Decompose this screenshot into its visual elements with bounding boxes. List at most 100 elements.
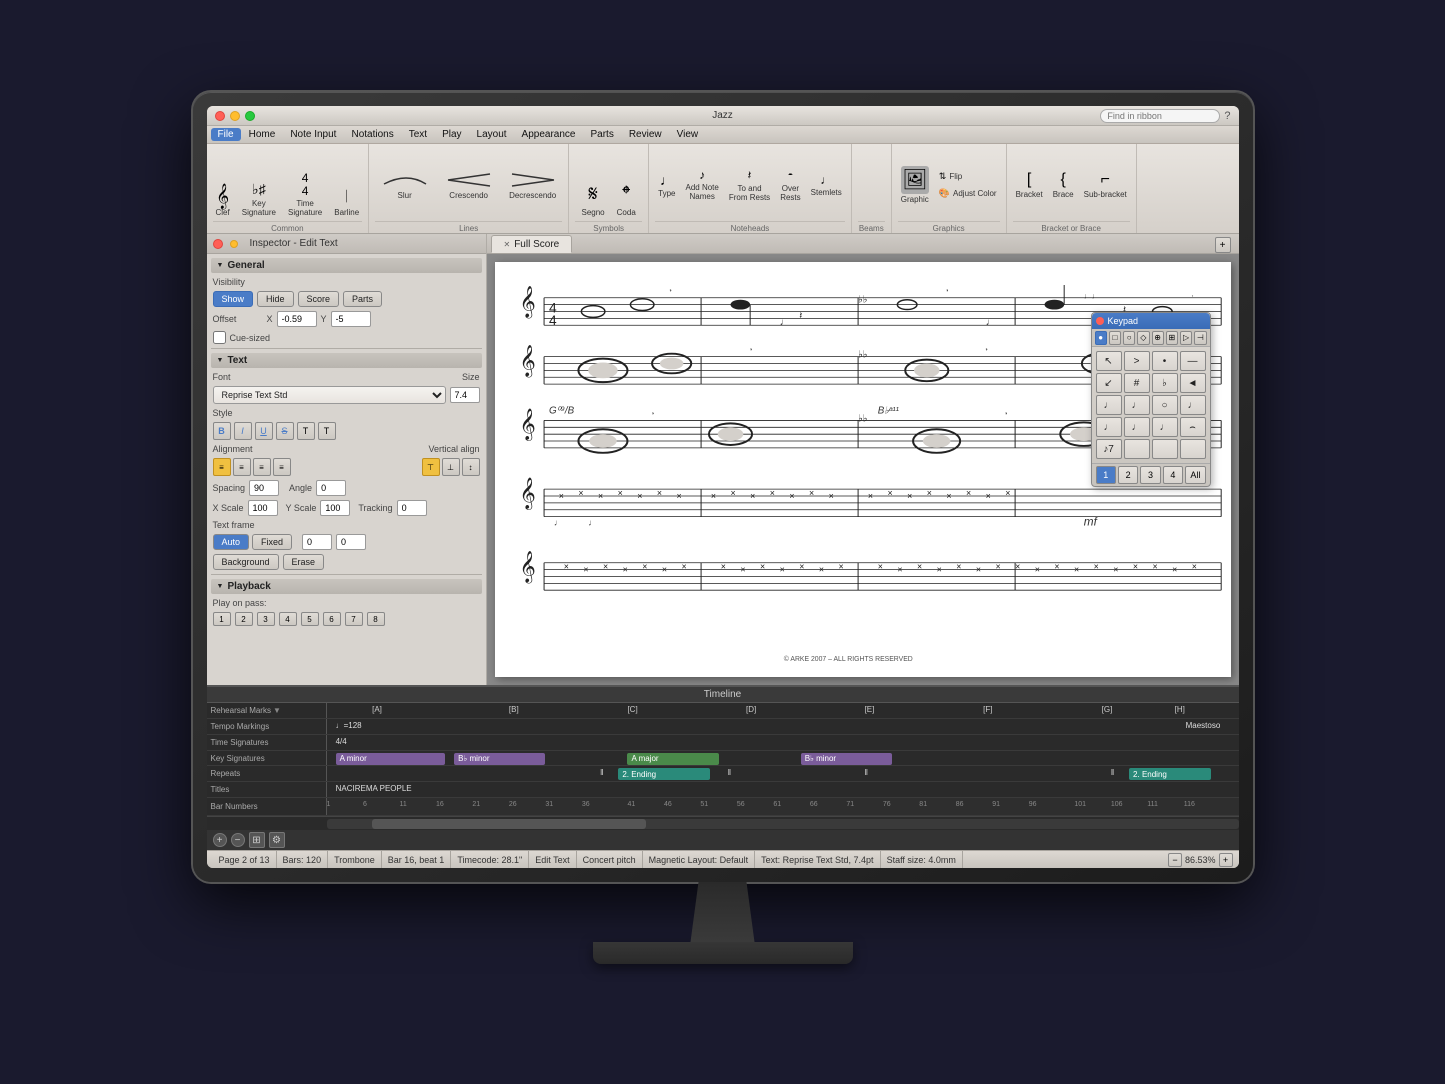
to-from-rests-tool[interactable]: 𝄽 To andFrom Rests: [726, 166, 773, 204]
keypad-tb-btn-3[interactable]: ○: [1123, 331, 1135, 345]
coda-tool[interactable]: 𝄌 Coda: [614, 179, 639, 219]
angle-input[interactable]: [316, 480, 346, 496]
inspector-close-btn[interactable]: [213, 239, 223, 249]
stemlets-tool[interactable]: ♩ Stemlets: [808, 171, 845, 199]
minimize-button[interactable]: [230, 111, 240, 121]
align-right-button[interactable]: ≡: [253, 458, 271, 476]
kp-num-1-btn[interactable]: 1: [1096, 466, 1116, 484]
inspector-minimize-btn[interactable]: [230, 240, 238, 248]
kp-circ-btn[interactable]: ○: [1152, 395, 1178, 415]
kp-quarter3-btn[interactable]: ♩: [1180, 395, 1206, 415]
kp-cursor2-btn[interactable]: ↙: [1096, 373, 1122, 393]
over-rests-tool[interactable]: 𝄼 OverRests: [777, 166, 803, 204]
score-button[interactable]: Score: [298, 291, 340, 307]
kp-slur-btn[interactable]: ⌢: [1180, 417, 1206, 437]
pass-6-button[interactable]: 6: [323, 612, 341, 626]
menu-item-appearance[interactable]: Appearance: [515, 128, 583, 141]
font-select[interactable]: Reprise Text Std: [213, 386, 446, 404]
kp-cursor-btn[interactable]: ↖: [1096, 351, 1122, 371]
pass-1-button[interactable]: 1: [213, 612, 231, 626]
kp-num-3-btn[interactable]: 3: [1140, 466, 1160, 484]
menu-item-review[interactable]: Review: [622, 128, 669, 141]
type-tool[interactable]: ♩ Type: [655, 170, 678, 200]
italic-button[interactable]: I: [234, 422, 252, 440]
keypad-tb-btn-7[interactable]: ▷: [1180, 331, 1192, 345]
timeline-config-btn[interactable]: ⚙: [269, 832, 285, 848]
flip-tool[interactable]: ⇅ Flip: [936, 169, 1000, 184]
erase-button[interactable]: Erase: [283, 554, 325, 570]
pass-4-button[interactable]: 4: [279, 612, 297, 626]
clef-tool[interactable]: 𝄞 Clef: [213, 183, 233, 219]
frame-val2-input[interactable]: [336, 534, 366, 550]
parts-button[interactable]: Parts: [343, 291, 382, 307]
kp-eighth-btn[interactable]: ♩: [1096, 417, 1122, 437]
timeline-remove-btn[interactable]: −: [231, 833, 245, 847]
timeline-settings-btn[interactable]: ⊞: [249, 832, 265, 848]
menu-item-file[interactable]: File: [211, 128, 241, 141]
spacing-input[interactable]: [249, 480, 279, 496]
rehearsal-marks-arrow[interactable]: ▼: [273, 706, 281, 715]
font-size-input[interactable]: [450, 387, 480, 403]
align-justify-button[interactable]: ≡: [273, 458, 291, 476]
slur-tool[interactable]: Slur: [377, 168, 433, 202]
adjust-color-tool[interactable]: 🎨 Adjust Color: [936, 186, 1000, 201]
kp-dot-btn[interactable]: •: [1152, 351, 1178, 371]
add-note-names-tool[interactable]: ♪ Add NoteNames: [682, 166, 721, 203]
kp-eighth3-btn[interactable]: ♩: [1152, 417, 1178, 437]
frame-val1-input[interactable]: [302, 534, 332, 550]
strikethrough-button[interactable]: S: [276, 422, 294, 440]
kp-empty3-btn[interactable]: [1180, 439, 1206, 459]
menu-item-text[interactable]: Text: [402, 128, 434, 141]
kp-num-2-btn[interactable]: 2: [1118, 466, 1138, 484]
keypad-close-btn[interactable]: [1096, 317, 1104, 325]
underline-button[interactable]: U: [255, 422, 273, 440]
tracking-input[interactable]: [397, 500, 427, 516]
segno-tool[interactable]: 𝄋 Segno: [579, 179, 608, 219]
valign-top-button[interactable]: ⊤: [422, 458, 440, 476]
kp-num-all-btn[interactable]: All: [1185, 466, 1205, 484]
bold-button[interactable]: B: [213, 422, 231, 440]
zoom-out-button[interactable]: −: [1168, 853, 1182, 867]
time-signature-tool[interactable]: 44 TimeSignature: [285, 170, 325, 219]
add-tab-button[interactable]: +: [1215, 237, 1231, 253]
valign-mid-button[interactable]: ⊥: [442, 458, 460, 476]
align-left-button[interactable]: ≡: [213, 458, 231, 476]
valign-bot-button[interactable]: ↕: [462, 458, 480, 476]
pass-2-button[interactable]: 2: [235, 612, 253, 626]
keypad-tb-btn-5[interactable]: ⊕: [1152, 331, 1164, 345]
bracket-tool[interactable]: [ Bracket: [1013, 169, 1046, 201]
kp-back-btn[interactable]: ◄: [1180, 373, 1206, 393]
keypad-tb-btn-2[interactable]: □: [1109, 331, 1121, 345]
menu-item-layout[interactable]: Layout: [470, 128, 514, 141]
kp-gt-btn[interactable]: >: [1124, 351, 1150, 371]
full-score-tab[interactable]: ✕ Full Score: [491, 235, 573, 253]
brace-tool[interactable]: { Brace: [1050, 169, 1077, 201]
keypad-tb-btn-8[interactable]: ⊣: [1194, 331, 1206, 345]
pass-8-button[interactable]: 8: [367, 612, 385, 626]
kp-flat-btn[interactable]: ♭: [1152, 373, 1178, 393]
pass-3-button[interactable]: 3: [257, 612, 275, 626]
keypad-tb-btn-4[interactable]: ◇: [1137, 331, 1149, 345]
score-tab-close-icon[interactable]: ✕: [504, 240, 511, 249]
decrescendo-tool[interactable]: Decrescendo: [505, 168, 561, 202]
pass-5-button[interactable]: 5: [301, 612, 319, 626]
keypad-tb-btn-6[interactable]: ⊞: [1166, 331, 1178, 345]
background-button[interactable]: Background: [213, 554, 279, 570]
kp-7-btn[interactable]: ♪7: [1096, 439, 1122, 459]
menu-item-play[interactable]: Play: [435, 128, 468, 141]
offset-y-input[interactable]: [331, 311, 371, 327]
auto-button[interactable]: Auto: [213, 534, 250, 550]
kp-empty2-btn[interactable]: [1152, 439, 1178, 459]
maximize-button[interactable]: [245, 111, 255, 121]
kp-quarter2-btn[interactable]: ♩: [1124, 395, 1150, 415]
kp-hash-btn[interactable]: #: [1124, 373, 1150, 393]
score-canvas[interactable]: 𝄞: [487, 254, 1239, 685]
menu-item-home[interactable]: Home: [242, 128, 283, 141]
close-button[interactable]: [215, 111, 225, 121]
timeline-scroll-track[interactable]: [327, 819, 1239, 829]
xscale-input[interactable]: [248, 500, 278, 516]
yscale-input[interactable]: [320, 500, 350, 516]
key-signature-tool[interactable]: ♭♯ KeySignature: [239, 179, 279, 219]
menu-item-view[interactable]: View: [670, 128, 706, 141]
crescendo-tool[interactable]: Crescendo: [441, 168, 497, 202]
